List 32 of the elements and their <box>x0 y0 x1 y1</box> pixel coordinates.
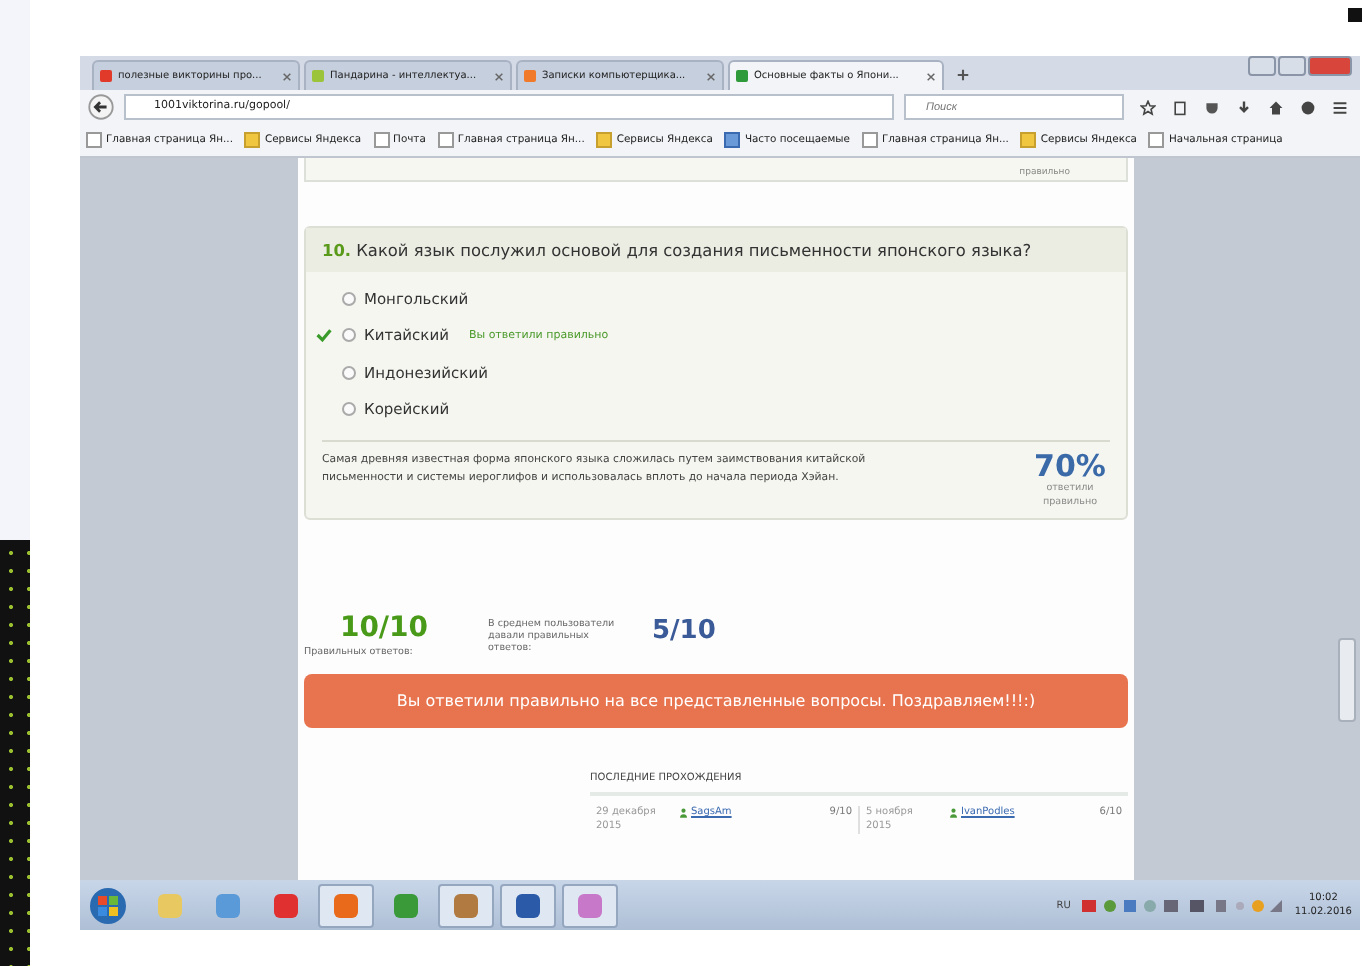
start-button[interactable] <box>88 885 128 925</box>
download-icon[interactable] <box>1236 99 1252 115</box>
radio-button[interactable] <box>342 328 356 343</box>
back-button[interactable] <box>88 94 114 120</box>
tray-icons[interactable] <box>1082 897 1283 913</box>
question-text: 10. Какой язык послужил основой для создания письменности японского языка? <box>306 228 1126 272</box>
result-banner: Вы ответили правильно на все представленные вопросы. Поздравляем!!!:) <box>304 674 1128 728</box>
star-icon[interactable] <box>1140 99 1156 115</box>
average-value: 5/10 <box>652 616 716 646</box>
home-icon[interactable] <box>1268 99 1284 115</box>
close-icon[interactable] <box>282 71 292 81</box>
score-value: 10/10 <box>339 612 429 644</box>
taskbar-app[interactable] <box>500 883 556 927</box>
close-icon[interactable] <box>926 71 936 81</box>
new-tab-icon[interactable] <box>956 68 970 82</box>
user-icon <box>950 808 957 818</box>
taskbar-app[interactable] <box>318 883 374 927</box>
radio-button[interactable] <box>342 365 356 380</box>
menu-icon[interactable] <box>1332 99 1348 115</box>
minimize-button[interactable] <box>1248 56 1276 76</box>
corner-mark <box>1348 8 1362 22</box>
user-icon <box>680 808 687 818</box>
close-icon[interactable] <box>494 71 504 81</box>
scrollbar[interactable] <box>1338 638 1356 722</box>
taskbar-app[interactable] <box>438 883 494 927</box>
taskbar-app[interactable] <box>562 883 618 927</box>
shield-icon[interactable] <box>1204 99 1220 115</box>
close-icon[interactable] <box>706 71 716 81</box>
radio-button[interactable] <box>342 402 356 417</box>
maximize-button[interactable] <box>1278 56 1306 76</box>
radio-button[interactable] <box>342 291 356 306</box>
percent-value: 70% <box>1034 452 1106 482</box>
